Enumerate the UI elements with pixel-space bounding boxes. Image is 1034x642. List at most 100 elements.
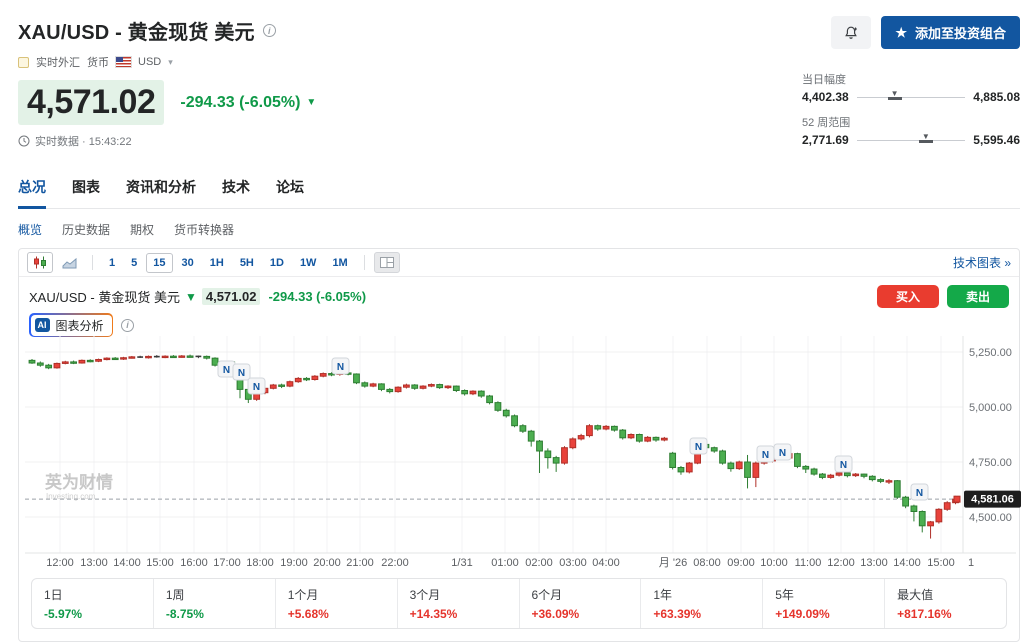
candle-body	[878, 480, 884, 482]
candle-body	[836, 473, 842, 475]
interval-1D[interactable]: 1D	[263, 253, 291, 273]
candle-body	[87, 360, 93, 361]
candle-body	[728, 463, 734, 469]
perf-label: 5年	[775, 586, 872, 603]
candle-body	[894, 481, 900, 498]
x-axis-label: 19:00	[280, 557, 308, 569]
perf-cell-3个月: 3个月 +14.35%	[398, 579, 520, 628]
candle-body	[270, 385, 276, 388]
interval-1H[interactable]: 1H	[203, 253, 231, 273]
x-axis-label: 14:00	[893, 557, 921, 569]
ai-info-icon[interactable]: i	[121, 319, 134, 332]
tab-技术[interactable]: 技术	[222, 177, 250, 208]
x-axis-label: 04:00	[592, 557, 620, 569]
range-thumb: ▼	[919, 134, 933, 143]
subtab-期权[interactable]: 期权	[130, 221, 154, 238]
sub-tabs: 概览 历史数据 期权 货币转换器	[18, 221, 1020, 238]
subtab-货币转换器[interactable]: 货币转换器	[174, 221, 234, 238]
candle-body	[553, 458, 559, 464]
candle-body	[29, 360, 35, 363]
candle-body	[54, 363, 60, 367]
candle-body	[46, 365, 52, 368]
candlestick-chart[interactable]: 5,250.005,000.004,750.004,500.00英为财情Inve…	[19, 336, 1022, 572]
interval-5[interactable]: 5	[124, 253, 144, 273]
candle-body	[453, 386, 459, 390]
range-high: 4,885.08	[973, 90, 1020, 104]
interval-1W[interactable]: 1W	[293, 253, 324, 273]
buy-button[interactable]: 买入	[877, 285, 939, 308]
x-axis-label: 13:00	[860, 557, 888, 569]
perf-label: 3个月	[410, 586, 507, 603]
candle-body	[587, 426, 593, 436]
candle-body	[295, 378, 301, 381]
candle-body	[595, 426, 601, 429]
candle-body	[528, 431, 534, 441]
x-axis-label: 12:00	[827, 557, 855, 569]
candle-body	[362, 383, 368, 386]
range-block: 52 周范围 2,771.69 ▼ 5,595.46	[802, 114, 1020, 147]
candle-body	[445, 386, 451, 388]
candle-body	[828, 475, 834, 477]
candle-body	[620, 430, 626, 438]
candle-body	[320, 374, 326, 377]
subtab-历史数据[interactable]: 历史数据	[62, 221, 110, 238]
candle-body	[803, 466, 809, 469]
title-info-icon[interactable]: i	[263, 24, 276, 37]
candle-body	[179, 356, 185, 357]
interval-buttons: 1515301H5H1D1W1M	[102, 253, 355, 273]
market-label: 实时外汇	[36, 54, 80, 70]
interval-30[interactable]: 30	[175, 253, 201, 273]
x-axis-label: 15:00	[146, 557, 174, 569]
candle-body	[795, 454, 801, 467]
news-marker-n: N	[253, 382, 260, 393]
interval-1[interactable]: 1	[102, 253, 122, 273]
star-icon: ★	[895, 25, 907, 41]
candle-body	[162, 356, 168, 357]
candle-body	[911, 506, 917, 512]
range-track: ▼	[857, 92, 966, 102]
price-change: -294.33 (-6.05%) ▼	[180, 94, 316, 112]
candle-body	[570, 439, 576, 448]
tab-论坛[interactable]: 论坛	[276, 177, 304, 208]
candle-body	[869, 476, 875, 479]
tech-chart-link[interactable]: 技术图表 »	[953, 254, 1011, 271]
tab-图表[interactable]: 图表	[72, 177, 100, 208]
candle-body	[936, 509, 942, 522]
subtab-概览[interactable]: 概览	[18, 221, 42, 238]
perf-cell-1周: 1周 -8.75%	[154, 579, 276, 628]
tab-总况[interactable]: 总况	[18, 177, 46, 208]
interval-1M[interactable]: 1M	[325, 253, 354, 273]
candlestick-type-button[interactable]	[27, 252, 53, 273]
news-marker-n: N	[695, 442, 702, 453]
chart-panel: 1515301H5H1D1W1M 技术图表 » XAU/USD - 黄金现货 美…	[18, 248, 1020, 642]
candle-body	[412, 385, 418, 388]
candle-body	[462, 391, 468, 394]
x-axis-label: 22:00	[381, 557, 409, 569]
area-chart-type-button[interactable]	[57, 252, 83, 273]
candle-body	[171, 356, 177, 357]
sell-button[interactable]: 卖出	[947, 285, 1009, 308]
candle-body	[853, 474, 859, 476]
interval-15[interactable]: 15	[146, 253, 172, 273]
change-caret-icon[interactable]: ▼	[306, 97, 316, 108]
y-axis-label: 5,250.00	[969, 347, 1012, 359]
x-axis-label: 08:00	[693, 557, 721, 569]
candle-body	[387, 389, 393, 391]
currency-value[interactable]: USD	[138, 56, 161, 68]
candle-body	[537, 441, 543, 451]
y-axis-label: 4,500.00	[969, 512, 1012, 524]
x-axis-label: 10:00	[760, 557, 788, 569]
ai-chart-analysis-button[interactable]: AI 图表分析	[29, 313, 113, 337]
candle-body	[811, 469, 817, 474]
layout-panel-icon	[380, 257, 394, 268]
tab-资讯和分析[interactable]: 资讯和分析	[126, 177, 196, 208]
chart-layout-button[interactable]	[374, 252, 400, 273]
candle-body	[512, 416, 518, 426]
candle-body	[121, 358, 127, 359]
instrument-type-icon	[18, 57, 29, 68]
alert-bell-button[interactable]	[831, 16, 871, 49]
add-to-portfolio-button[interactable]: ★ 添加至投资组合	[881, 16, 1020, 49]
chevron-down-icon[interactable]: ▾	[168, 57, 173, 68]
news-marker-n: N	[916, 488, 923, 499]
interval-5H[interactable]: 5H	[233, 253, 261, 273]
